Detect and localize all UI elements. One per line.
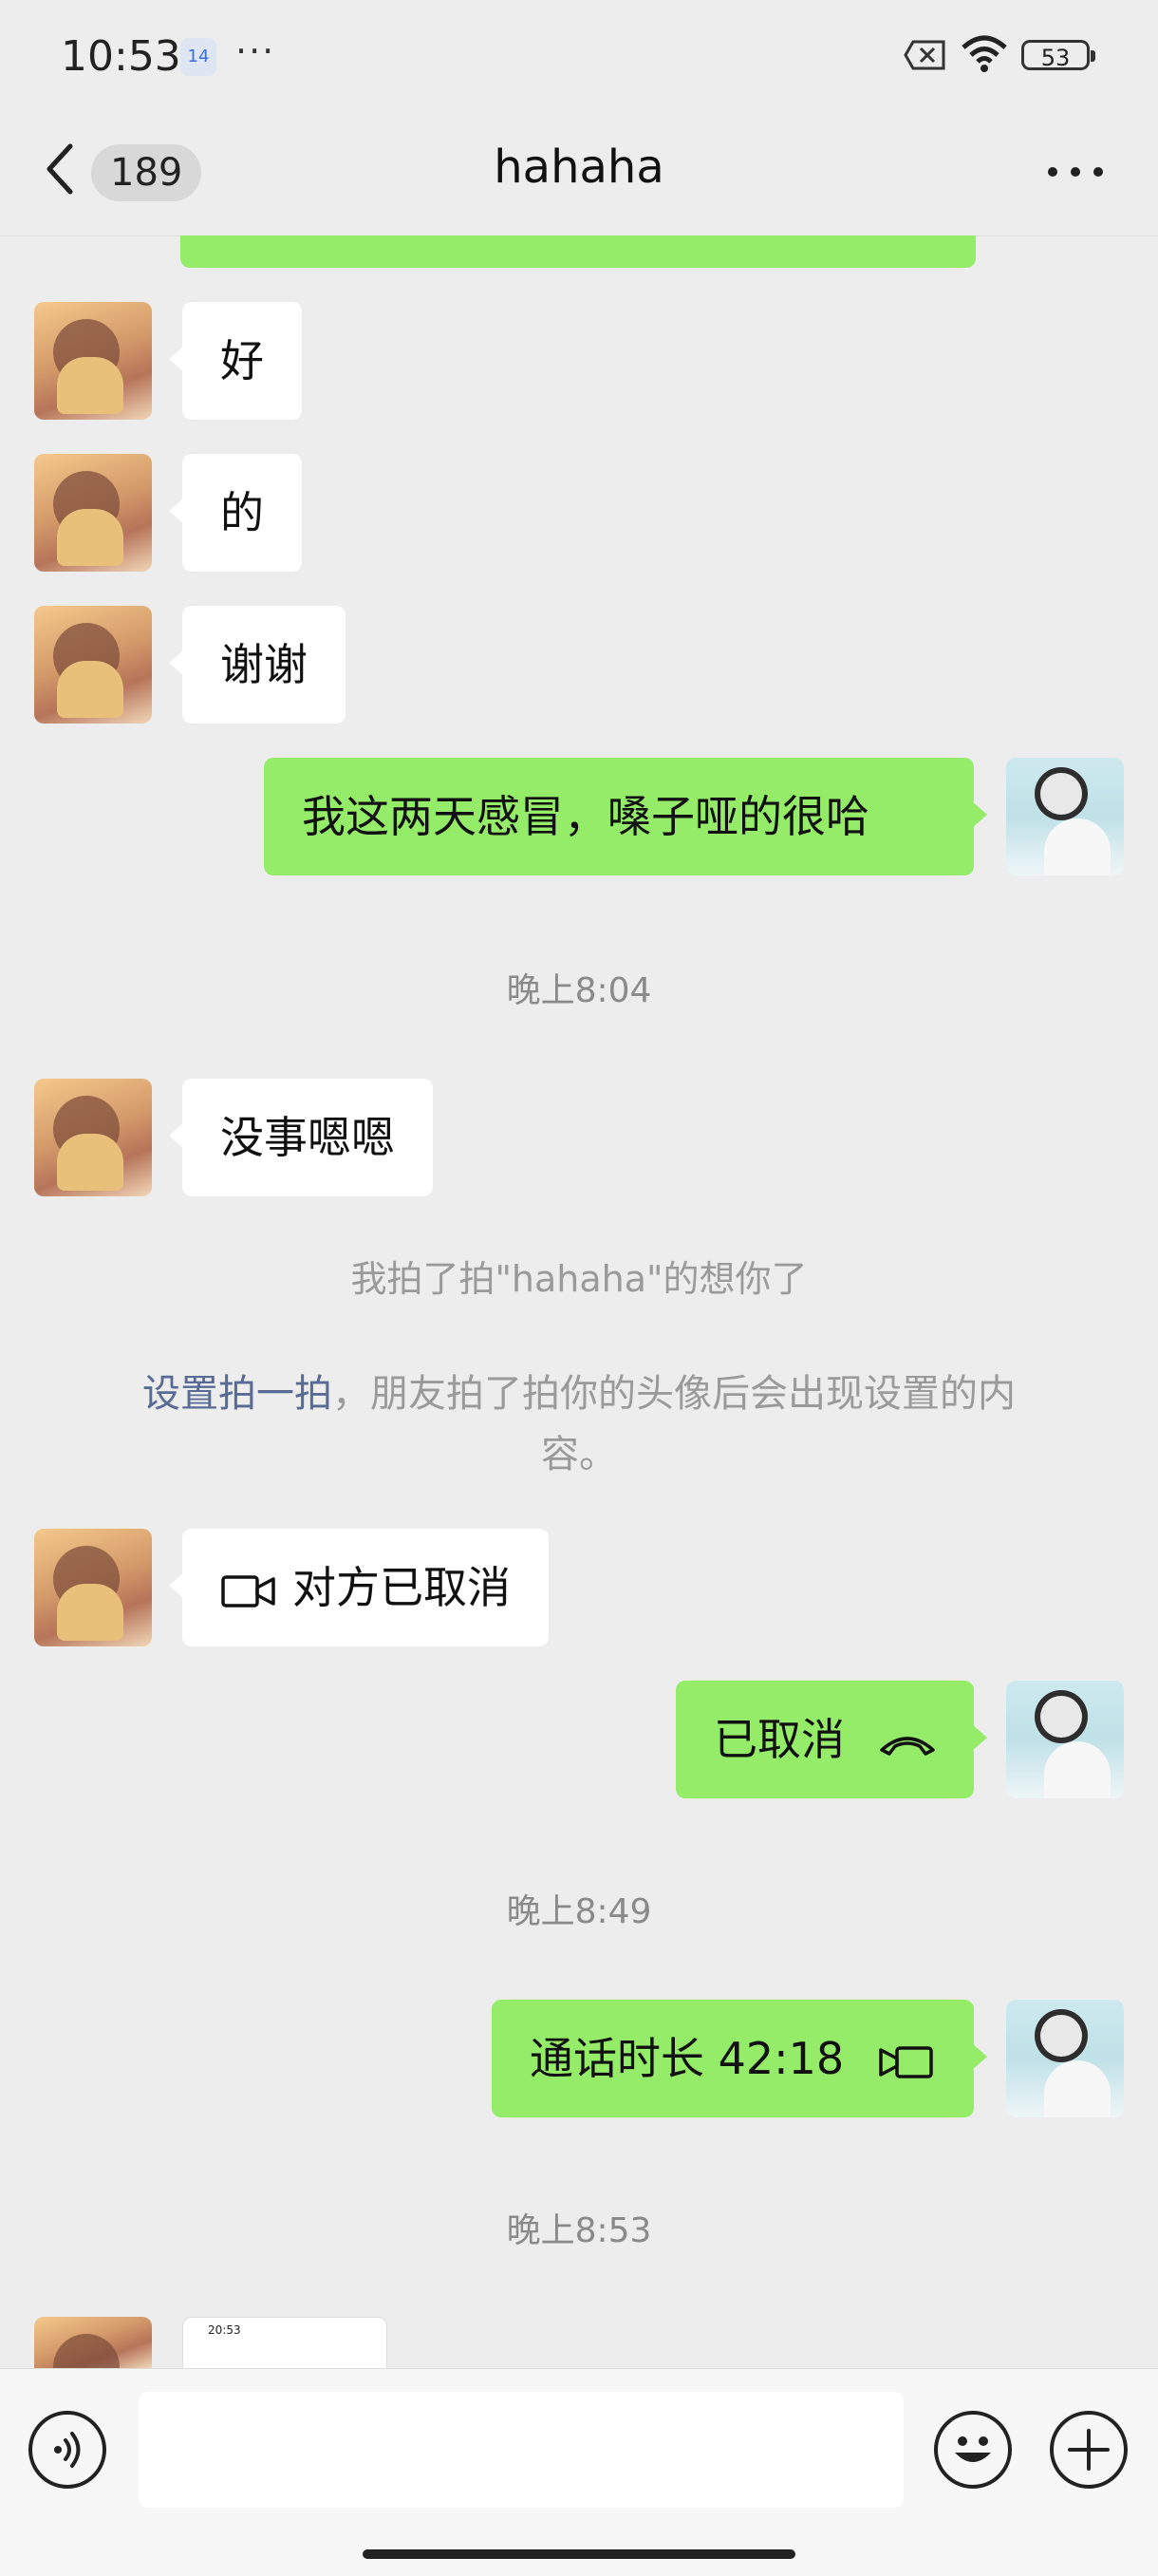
message-input[interactable] [139,2392,904,2508]
status-time: 10:53 [61,32,181,81]
friend-avatar[interactable] [34,2317,152,2368]
chat-title: hahaha [494,141,664,194]
friend-avatar[interactable] [34,606,152,724]
more-options-icon[interactable] [1044,167,1107,182]
calendar-notification-icon: 14 [180,38,216,76]
more-notifications-icon: ··· [235,30,276,72]
my-avatar[interactable] [1006,758,1124,875]
incoming-message[interactable]: 好 [169,302,302,420]
call-record-message[interactable]: 已取消 [676,1681,987,1798]
home-indicator[interactable] [363,2549,795,2559]
more-functions-button[interactable] [1050,2411,1128,2489]
input-bar [0,2368,1158,2576]
incoming-message[interactable]: 谢谢 [169,606,346,724]
video-call-icon [221,1574,275,1608]
call-status-text: 已取消 [714,1714,845,1765]
timestamp: 晚上8:49 [506,1892,652,1931]
status-bar: 10:53 14 ··· 53 [0,0,1158,114]
pat-tip-text: ，朋友拍了拍你的头像后会出现设置的内 [332,1372,1016,1416]
friend-avatar[interactable] [34,1079,152,1196]
pat-tip-text-end: 容。 [541,1433,617,1476]
smiley-icon [955,2436,991,2462]
pat-settings-link[interactable]: 设置拍一拍 [142,1372,332,1416]
incoming-message[interactable]: 没事嗯嗯 [169,1079,433,1196]
call-record-message[interactable]: 对方已取消 [169,1529,549,1646]
incoming-message[interactable]: 的 [169,454,302,572]
voice-icon [54,2432,81,2468]
call-status-text: 对方已取消 [292,1562,511,1613]
hang-up-icon [879,1736,935,1756]
wifi-icon [962,35,1007,72]
no-sim-icon [904,40,945,70]
call-record-message[interactable]: 通话时长 42:18 [492,2000,987,2117]
partial-message-bubble [180,235,976,268]
voice-input-button[interactable] [28,2411,106,2489]
emoji-button[interactable] [934,2411,1012,2489]
pat-setting-tip: 设置拍一拍，朋友拍了拍你的头像后会出现设置的内 容。 [99,1363,1059,1485]
image-message-thumbnail[interactable]: 20:53 [182,2317,387,2376]
my-avatar[interactable] [1006,2000,1124,2117]
friend-avatar[interactable] [34,1529,152,1646]
pat-notice: 我拍了拍"hahaha"的想你了 [350,1258,808,1300]
call-duration-text: 通话时长 42:18 [530,2033,845,2084]
thumbnail-time: 20:53 [208,2323,241,2337]
video-call-icon [879,2045,933,2078]
chat-header: 189 hahaha [0,114,1158,236]
friend-avatar[interactable] [34,454,152,572]
timestamp: 晚上8:53 [506,2211,652,2250]
friend-avatar[interactable] [34,302,152,420]
outgoing-message[interactable]: 我这两天感冒，嗓子哑的很哈 [264,758,987,875]
battery-icon: 53 [1021,40,1095,71]
timestamp: 晚上8:04 [506,971,652,1010]
plus-icon [1068,2429,1110,2471]
my-avatar[interactable] [1006,1681,1124,1798]
